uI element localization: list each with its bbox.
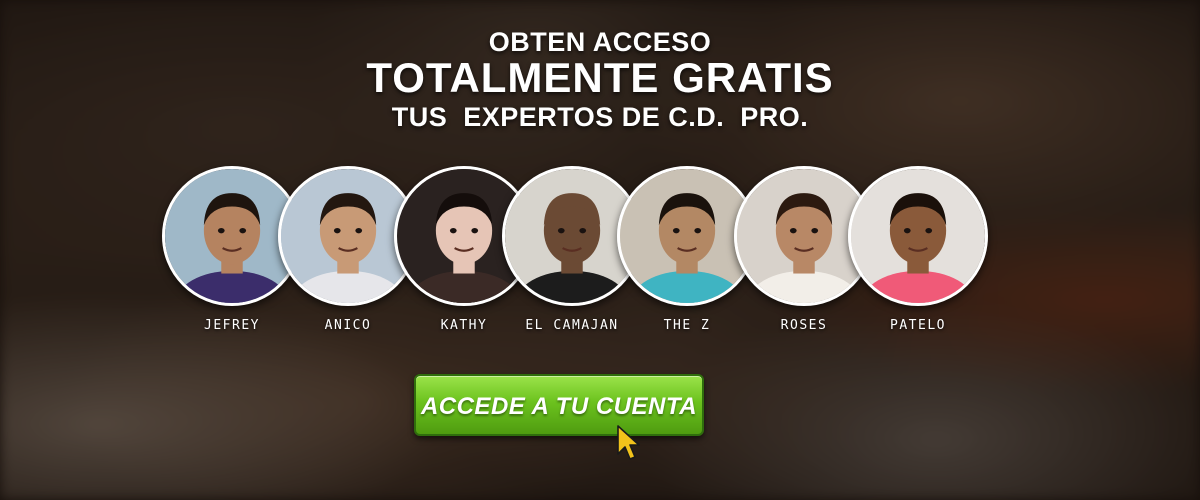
headline-line-2: TOTALMENTE GRATIS (366, 54, 834, 101)
headline-line-3: TUS EXPERTOS DE C.D. PRO. (391, 102, 809, 132)
expert-card[interactable]: PATELO (848, 166, 988, 336)
pointer-cursor-icon (617, 425, 640, 460)
person-portrait-icon (851, 169, 985, 303)
access-account-button[interactable]: ACCEDE A TU CUENTA (414, 374, 704, 436)
experts-row: JEFREY ANICO KATHY EL CAMAJAN THE Z ROSE… (162, 166, 988, 346)
headline-line-1: OBTEN ACCESO (488, 27, 712, 57)
expert-name: PATELO (890, 318, 946, 333)
headline: OBTEN ACCESO TOTALMENTE GRATIS TUS EXPER… (0, 28, 1200, 134)
avatar (848, 166, 988, 306)
